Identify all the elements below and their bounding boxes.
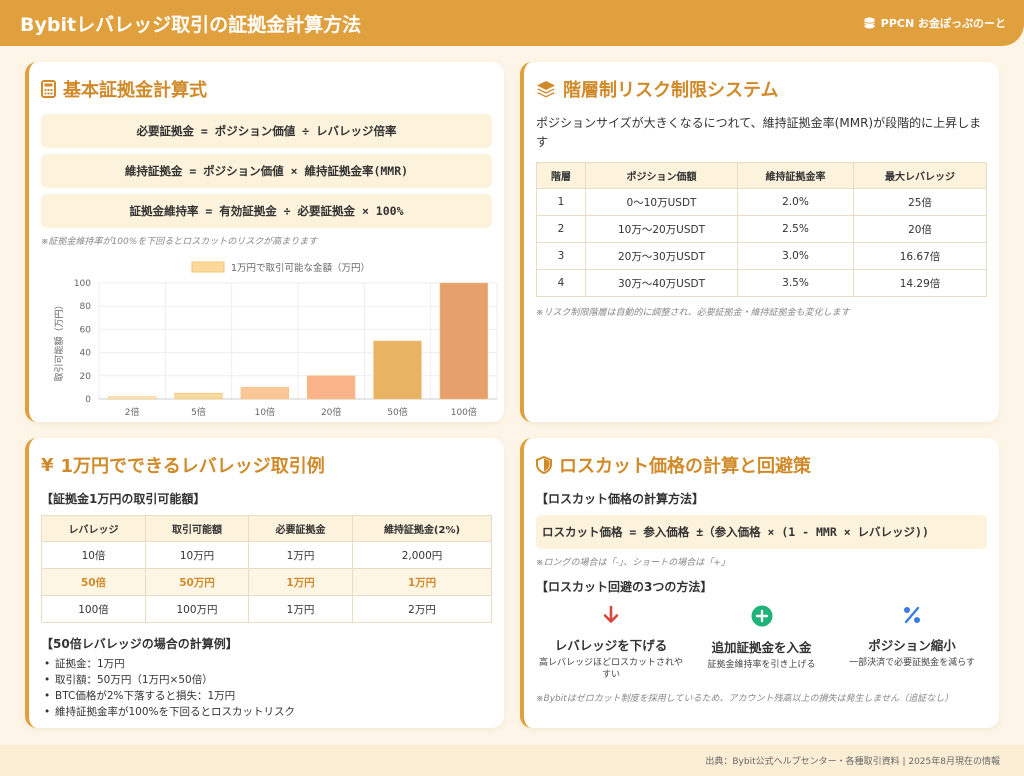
example-table-header: レバレッジ 取引可能額 必要証拠金 維持証拠金(2%) [41, 515, 492, 542]
header: Bybitレバレッジ取引の証拠金計算方法 PPCN お金ぽっぷのーと [0, 0, 1024, 46]
losscut-formula: ロスカット価格 = 参入価格 ±（参入価格 × (1 - MMR × レバレッジ… [536, 515, 987, 549]
y-tick-label: 0 [85, 395, 91, 405]
bar-0 [107, 396, 157, 400]
table-row-highlighted: 50倍 50万円 1万円 1万円 [41, 568, 492, 596]
formula-margin-ratio: 証拠金維持率 = 有効証拠金 ÷ 必要証拠金 × 100% [41, 194, 492, 228]
losscut-note: ※Bybitはゼロカット制度を採用しているため、アカウント残高以上の損失は発生し… [536, 694, 954, 704]
list-item: 取引額：50万円（1万円×50倍） [41, 672, 492, 688]
x-tick-label: 50倍 [387, 406, 407, 418]
legend-label: 1万円で取引可能な金額（万円） [231, 262, 370, 274]
x-tick-label: 20倍 [321, 406, 341, 418]
col-max-leverage: 最大レバレッジ [853, 162, 987, 189]
yen-icon: ¥ [41, 454, 54, 476]
shield-icon [536, 456, 552, 474]
formula-required-margin: 必要証拠金 = ポジション価値 ÷ レバレッジ倍率 [41, 114, 492, 148]
table-row: 4 30万〜40万USDT 3.5% 14.29倍 [536, 269, 987, 297]
list-item: 維持証拠金率が100%を下回るとロスカットリスク [41, 704, 492, 720]
plus-circle-icon [751, 605, 772, 627]
percent-icon [904, 606, 920, 624]
table-row: 10倍 10万円 1万円 2,000円 [41, 541, 492, 569]
table-row: 2 10万〜20万USDT 2.5% 20倍 [536, 215, 987, 243]
list-item: 証拠金：1万円 [41, 656, 492, 672]
col-tier: 階層 [536, 162, 586, 189]
leverage-chart: 1万円で取引可能な金額（万円） 0 20 40 60 80 100 2倍 5倍 10倍 20倍 50倍… [41, 253, 503, 422]
losscut-formula-note: ※ロングの場合は「-」、ショートの場合は「+」 [536, 558, 730, 568]
formula-maintenance-margin: 維持証拠金 = ポジション価値 × 維持証拠金率(MMR) [41, 154, 492, 188]
losscut-title: ロスカット価格の計算と回避策 [536, 452, 987, 478]
y-axis-label: 取引可能額（万円） [53, 300, 65, 381]
col-leverage: レバレッジ [41, 515, 146, 542]
y-tick-label: 40 [80, 349, 92, 359]
brand[interactable]: PPCN お金ぽっぷのーと [863, 15, 1006, 31]
y-tick-label: 60 [80, 325, 92, 335]
table-row: 3 20万〜30万USDT 3.0% 16.67倍 [536, 242, 987, 270]
footer-source: 出典：Bybit公式ヘルプセンター・各種取引資料 | 2025年8月現在の情報 [705, 757, 1000, 767]
method-add-margin: 追加証拠金を入金 証拠金維持率を引き上げる [687, 605, 837, 681]
risk-limit-title: 階層制リスク制限システム [536, 76, 987, 102]
legend-swatch [191, 261, 225, 273]
col-position-value: ポジション価額 [585, 162, 738, 189]
risk-table: 階層 ポジション価額 維持証拠金率 最大レバレッジ 1 0〜10万USDT 2.0%… [536, 162, 987, 297]
method-lower-leverage: レバレッジを下げる 高レバレッジほどロスカットされやすい [536, 605, 686, 681]
losscut-methods-title: 【ロスカット回避の3つの方法】 [536, 580, 713, 594]
bar-5 [439, 282, 489, 400]
footer: 出典：Bybit公式ヘルプセンター・各種取引資料 | 2025年8月現在の情報 [0, 745, 1024, 776]
y-tick-label: 20 [80, 372, 92, 382]
list-item: BTC価格が2%下落すると損失：1万円 [41, 688, 492, 704]
losscut-methods: レバレッジを下げる 高レバレッジほどロスカットされやすい 追加証拠金を入金 証拠… [536, 605, 987, 681]
bar-1 [174, 392, 223, 400]
bar-4 [373, 340, 422, 400]
risk-limit-card: 階層制リスク制限システム ポジションサイズが大きくなるにつれて、維持証拠金率(M… [520, 62, 999, 422]
losscut-calc-title: 【ロスカット価格の計算方法】 [536, 492, 705, 506]
risk-note: ※リスク制限階層は自動的に調整され、必要証拠金・維持証拠金も変化します [536, 308, 850, 318]
calc-example-title: 【50倍レバレッジの場合の計算例】 [41, 637, 238, 651]
basic-formula-card: 基本証拠金計算式 必要証拠金 = ポジション価値 ÷ レバレッジ倍率 維持証拠金… [25, 62, 504, 422]
x-tick-label: 2倍 [125, 406, 140, 418]
arrow-down-icon [603, 605, 619, 623]
table-row: 100倍 100万円 1万円 2万円 [41, 595, 492, 623]
x-tick-label: 10倍 [255, 406, 275, 418]
risk-table-header: 階層 ポジション価額 維持証拠金率 最大レバレッジ [536, 162, 987, 189]
page-title: Bybitレバレッジ取引の証拠金計算方法 [20, 13, 362, 36]
col-maintenance-margin: 維持証拠金(2%) [352, 515, 492, 542]
table-row: 1 0〜10万USDT 2.0% 25倍 [536, 188, 987, 216]
coins-icon [864, 17, 875, 29]
y-tick-label: 80 [80, 302, 92, 312]
bar-2 [240, 387, 290, 400]
leverage-chart-svg: 1万円で取引可能な金額（万円） 0 20 40 60 80 100 2倍 5倍 10倍 20倍 50倍… [53, 261, 498, 418]
example-card: ¥ 1万円でできるレバレッジ取引例 【証拠金1万円の取引可能額】 レバレッジ 取… [25, 438, 504, 728]
bar-3 [306, 375, 356, 400]
layers-icon [537, 81, 555, 98]
col-trade-amount: 取引可能額 [145, 515, 249, 542]
risk-description: ポジションサイズが大きくなるにつれて、維持証拠金率(MMR)が段階的に上昇します [536, 116, 982, 149]
calculator-icon [41, 80, 56, 98]
col-required-margin: 必要証拠金 [248, 515, 353, 542]
example-title: ¥ 1万円でできるレバレッジ取引例 [41, 454, 325, 478]
example-subtitle: 【証拠金1万円の取引可能額】 [41, 492, 206, 506]
basic-note: ※証拠金維持率が100%を下回るとロスカットのリスクが高まります [41, 237, 318, 247]
calc-example-list: 証拠金：1万円 取引額：50万円（1万円×50倍） BTC価格が2%下落すると損… [41, 656, 492, 720]
x-tick-label: 5倍 [191, 406, 206, 418]
losscut-card: ロスカット価格の計算と回避策 【ロスカット価格の計算方法】 ロスカット価格 = … [520, 438, 999, 728]
y-tick-label: 100 [74, 279, 91, 289]
method-reduce-position: ポジション縮小 一部決済で必要証拠金を減らす [837, 605, 987, 681]
example-table: レバレッジ 取引可能額 必要証拠金 維持証拠金(2%) 10倍 10万円 1万円 2,… [41, 515, 492, 623]
basic-formula-title: 基本証拠金計算式 [41, 76, 492, 102]
x-tick-label: 100倍 [451, 406, 477, 418]
col-mmr: 維持証拠金率 [737, 162, 854, 189]
brand-label: PPCN お金ぽっぷのーと [880, 17, 1006, 30]
